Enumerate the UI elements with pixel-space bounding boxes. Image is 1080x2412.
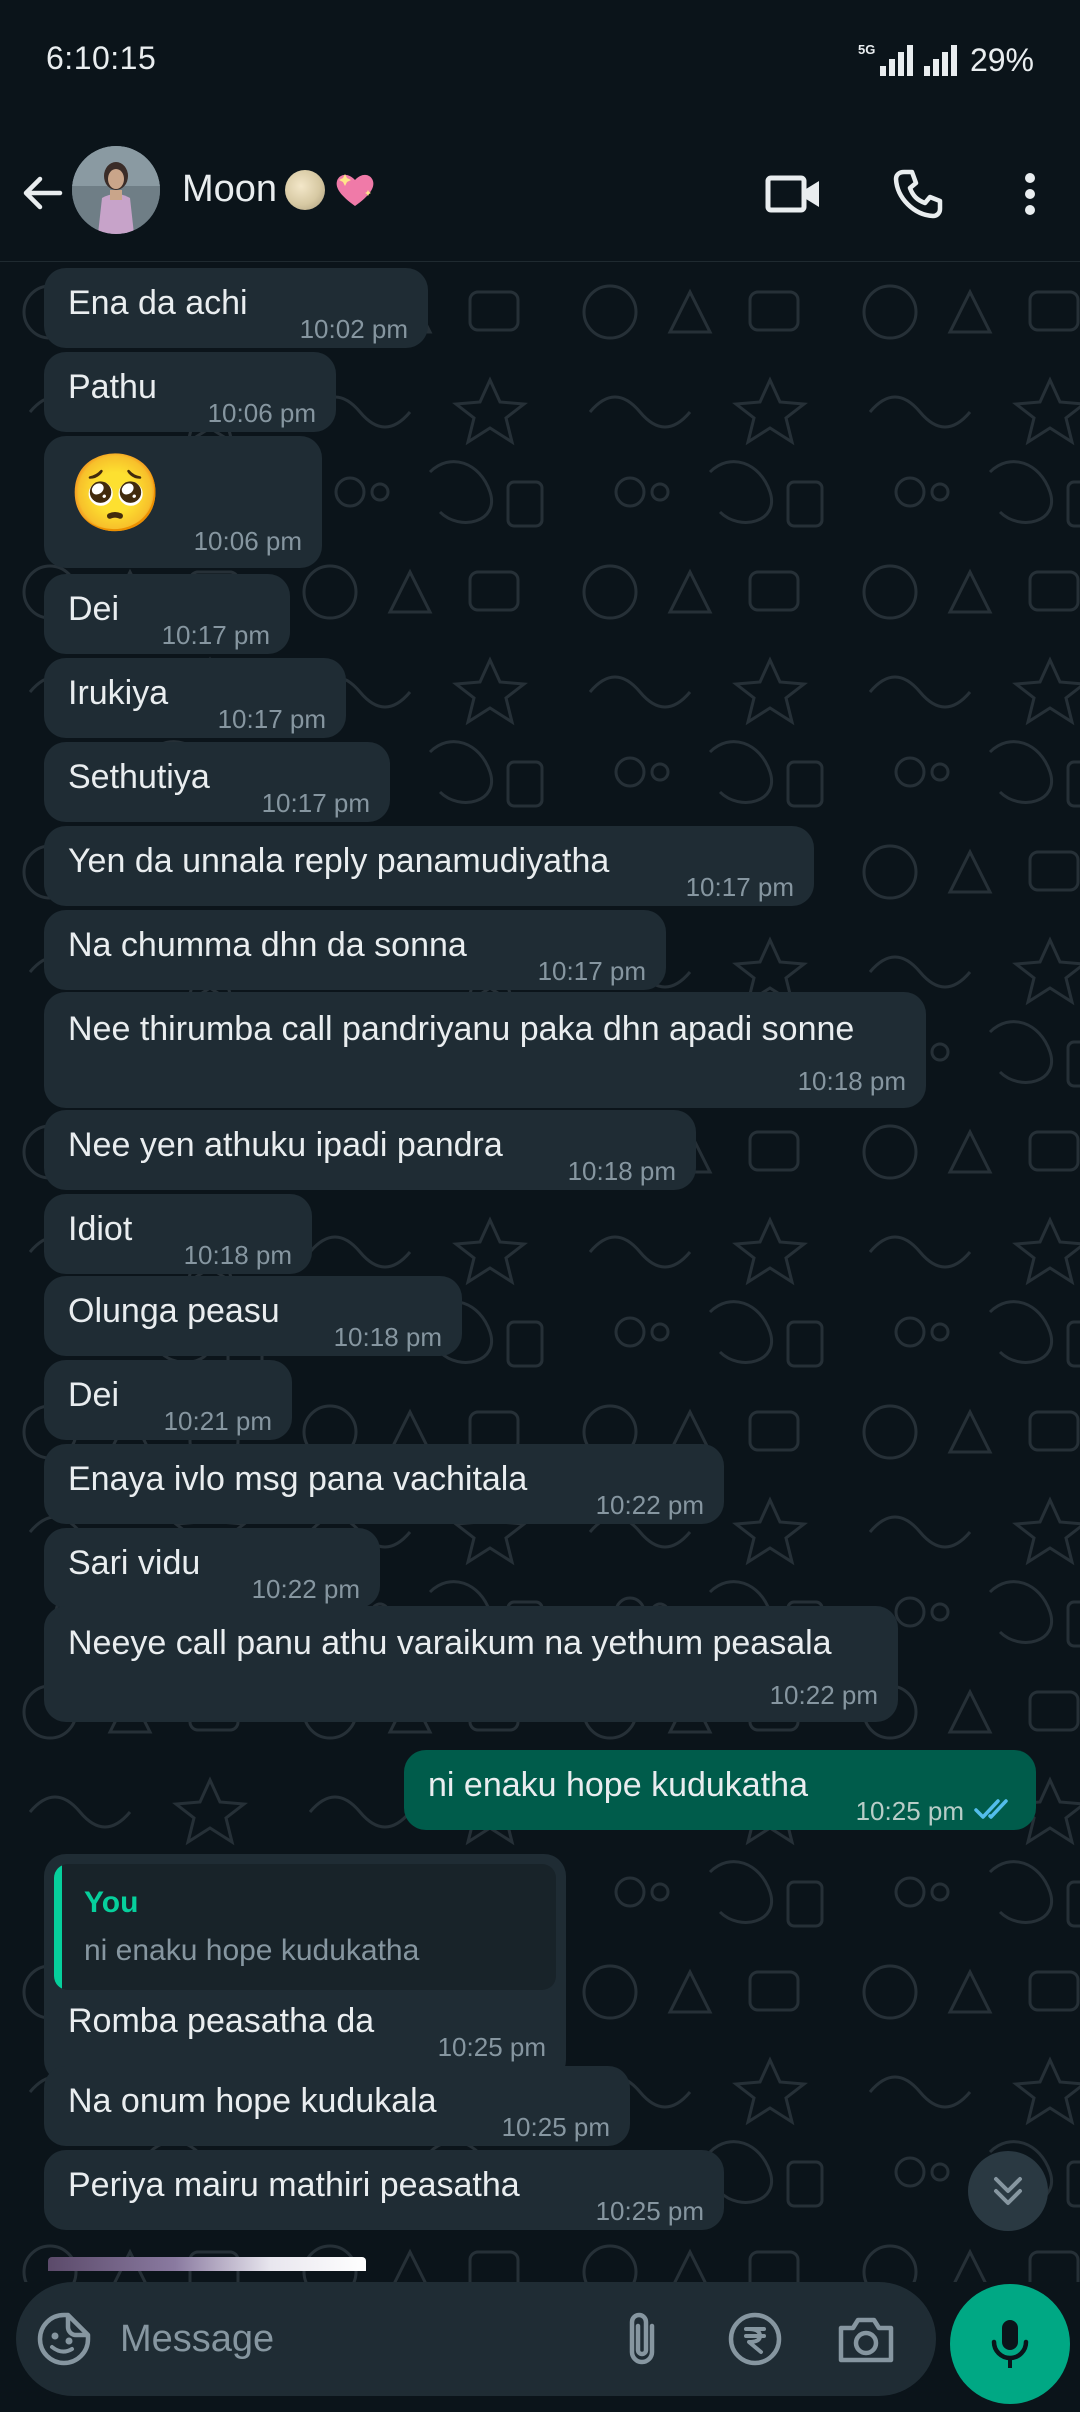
message-bubble[interactable]: Olunga peasu 10:18 pm (44, 1276, 462, 1356)
message-bubble[interactable]: Enaya ivlo msg pana vachitala 10:22 pm (44, 1444, 724, 1524)
message-text: Na onum hope kudukala (68, 2082, 437, 2120)
message-bubble[interactable]: Dei 10:17 pm (44, 574, 290, 654)
message-text: Dei (68, 590, 120, 628)
message-time: 10:17 pm (537, 956, 646, 986)
attach-icon[interactable] (612, 2308, 672, 2370)
message-text: Yen da unnala reply panamudiyatha (68, 842, 610, 880)
quote-accent-bar (54, 1864, 62, 1990)
message-time: 10:17 pm (161, 620, 270, 650)
message-time: 10:25 pm (437, 2032, 546, 2062)
status-indicators: 5G 29% (856, 40, 1034, 80)
message-bubble[interactable]: Neeye call panu athu varaikum na yethum … (44, 1606, 898, 1722)
message-text: Idiot (68, 1210, 133, 1248)
full-moon-emoji-icon (285, 169, 326, 210)
message-bubble[interactable]: Sethutiya 10:17 pm (44, 742, 390, 822)
message-input[interactable] (120, 2312, 600, 2366)
message-composer (16, 2282, 936, 2396)
status-time: 6:10:15 (46, 40, 157, 76)
message-time: 10:17 pm (685, 872, 794, 902)
message-bubble[interactable]: Periya mairu mathiri peasatha 10:25 pm (44, 2150, 724, 2230)
message-time: 10:25 pm (501, 2112, 610, 2142)
chat-header: Moon (0, 124, 1080, 262)
message-time: 10:25 pm (855, 1796, 964, 1826)
message-text: Ena da achi (68, 284, 248, 322)
status-bar: 6:10:15 5G 29% (0, 0, 1080, 124)
scroll-to-bottom-button[interactable] (968, 2151, 1048, 2231)
message-text: Nee thirumba call pandriyanu paka dhn ap… (68, 1010, 855, 1048)
message-bubble[interactable]: Nee yen athuku ipadi pandra 10:18 pm (44, 1110, 696, 1190)
message-text: Olunga peasu (68, 1292, 280, 1330)
voice-call-icon[interactable] (888, 164, 948, 224)
message-bubble[interactable]: Ena da achi 10:02 pm (44, 268, 428, 348)
message-bubble[interactable]: 🥺 10:06 pm (44, 436, 322, 568)
message-time: 10:22 pm (251, 1574, 360, 1604)
battery-level: 29% (969, 41, 1034, 78)
mic-button[interactable] (950, 2284, 1070, 2404)
message-time: 10:18 pm (333, 1322, 442, 1352)
contact-name-row[interactable]: Moon (182, 168, 377, 211)
message-bubble[interactable]: Na onum hope kudukala 10:25 pm (44, 2066, 630, 2146)
sparkling-heart-emoji-icon (336, 173, 374, 206)
emoji-sticker-icon[interactable] (34, 2309, 94, 2369)
network-5g-icon: 5G (858, 42, 913, 76)
message-bubble[interactable]: Yen da unnala reply panamudiyatha 10:17 … (44, 826, 814, 906)
back-arrow-icon[interactable] (18, 164, 66, 222)
message-emoji: 🥺 (68, 451, 163, 536)
message-bubble-outgoing[interactable]: ni enaku hope kudukatha 10:25 pm (404, 1750, 1036, 1830)
read-receipt-icon (974, 1799, 1008, 1819)
network-label: 5G (858, 42, 875, 57)
message-bubble[interactable]: Idiot 10:18 pm (44, 1194, 312, 1274)
signal-icon (923, 45, 957, 76)
avatar[interactable] (72, 146, 160, 234)
quoted-message[interactable]: You ni enaku hope kudukatha (54, 1864, 556, 1990)
contact-name: Moon (182, 168, 278, 210)
message-time: 10:22 pm (595, 1490, 704, 1520)
message-text: Dei (68, 1376, 120, 1414)
message-text: Nee yen athuku ipadi pandra (68, 1126, 503, 1164)
message-text: Sethutiya (68, 758, 210, 796)
message-time: 10:22 pm (769, 1680, 878, 1710)
double-chevron-down-icon (994, 2177, 1022, 2205)
message-text: Sari vidu (68, 1544, 201, 1582)
message-time: 10:18 pm (183, 1240, 292, 1270)
message-time: 10:17 pm (217, 704, 326, 734)
message-time: 10:06 pm (207, 398, 316, 428)
camera-icon[interactable] (834, 2308, 898, 2370)
message-time: 10:25 pm (595, 2196, 704, 2226)
message-time: 10:18 pm (567, 1156, 676, 1186)
message-bubble[interactable]: Dei 10:21 pm (44, 1360, 292, 1440)
message-time: 10:02 pm (299, 314, 408, 344)
message-bubble[interactable]: Pathu 10:06 pm (44, 352, 336, 432)
message-text: Na chumma dhn da sonna (68, 926, 467, 964)
image-message-preview[interactable] (48, 2257, 366, 2271)
message-text: ni enaku hope kudukatha (428, 1766, 808, 1804)
message-text: Enaya ivlo msg pana vachitala (68, 1460, 528, 1498)
message-bubble[interactable]: Irukiya 10:17 pm (44, 658, 346, 738)
more-options-icon[interactable] (1000, 164, 1060, 224)
video-call-icon[interactable] (764, 164, 824, 224)
message-time: 10:21 pm (163, 1406, 272, 1436)
message-text: Periya mairu mathiri peasatha (68, 2166, 520, 2204)
quoted-author: You (84, 1886, 139, 1919)
mic-icon (991, 2320, 1029, 2368)
message-time: 10:06 pm (193, 526, 302, 556)
rupee-payment-icon[interactable] (724, 2308, 786, 2370)
message-text: Neeye call panu athu varaikum na yethum … (68, 1624, 832, 1662)
message-text: Irukiya (68, 674, 169, 712)
message-bubble[interactable]: Sari vidu 10:22 pm (44, 1528, 380, 1608)
message-time: 10:18 pm (797, 1066, 906, 1096)
message-text: Pathu (68, 368, 157, 406)
message-bubble[interactable]: Na chumma dhn da sonna 10:17 pm (44, 910, 666, 990)
message-bubble[interactable]: Nee thirumba call pandriyanu paka dhn ap… (44, 992, 926, 1108)
message-list[interactable]: Ena da achi 10:02 pm Pathu 10:06 pm 🥺 10… (0, 262, 1080, 2282)
reply-message-bubble[interactable]: You ni enaku hope kudukatha Romba peasat… (44, 1854, 566, 2082)
message-text: Romba peasatha da (68, 2002, 375, 2040)
quoted-text: ni enaku hope kudukatha (84, 1934, 420, 1967)
message-time: 10:17 pm (261, 788, 370, 818)
